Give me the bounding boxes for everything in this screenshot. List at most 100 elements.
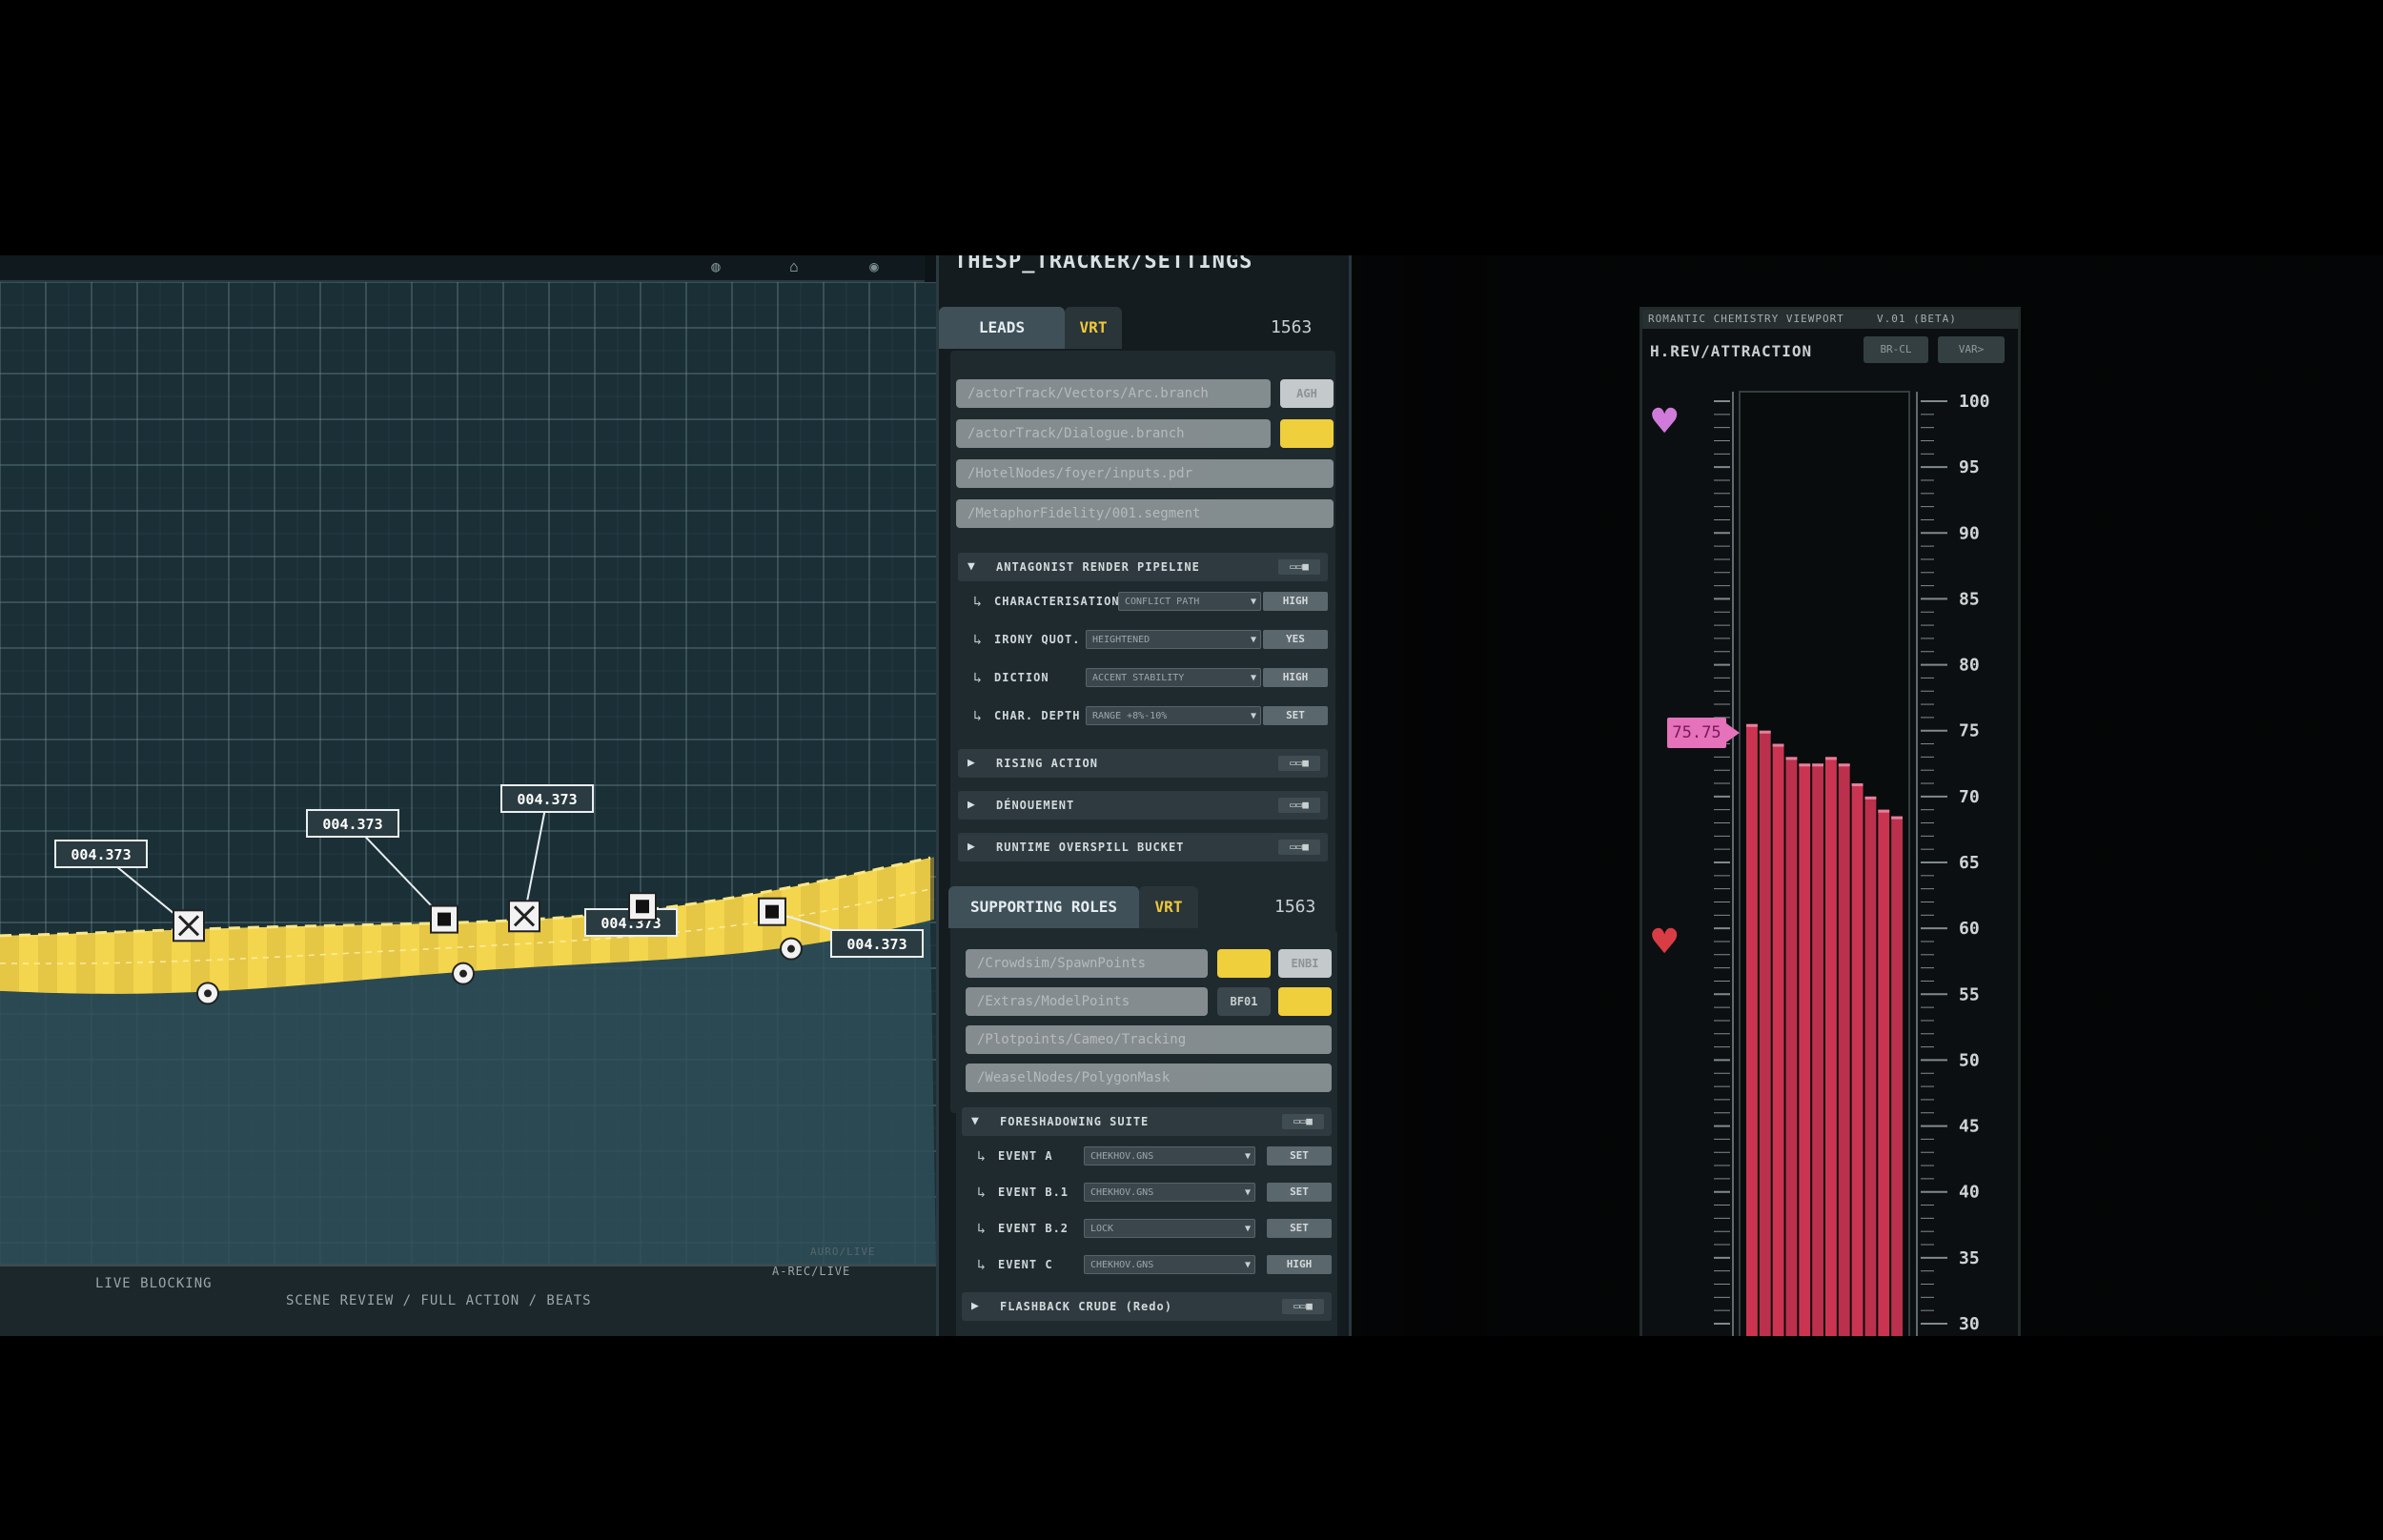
bar <box>1746 723 1758 1336</box>
item-select[interactable]: ACCENT STABILITY ▼ <box>1086 668 1261 687</box>
bar <box>1812 763 1823 1336</box>
camera-icon[interactable]: ◉ <box>862 257 886 276</box>
graph-toolbar: ◍ ⌂ ◉ <box>0 255 925 282</box>
path-field[interactable]: /HotelNodes/foyer/inputs.pdr <box>956 459 1334 488</box>
bar-cap <box>1864 796 1877 800</box>
path-button[interactable] <box>1278 987 1332 1016</box>
group-label: FORESHADOWING SUITE <box>1000 1115 1150 1128</box>
path-field[interactable]: /Crowdsim/SpawnPoints <box>966 949 1208 978</box>
denouement-group[interactable]: ▶ DÉNOUEMENT ▭▭■ <box>958 791 1328 820</box>
chevron-down-icon: ▼ <box>1244 1260 1251 1270</box>
y-tick-label: 90 <box>1959 523 1980 543</box>
item-value[interactable]: SET <box>1267 1219 1332 1238</box>
curve-graph[interactable]: 004.373 004.373 004.373 004.373 004.373 <box>0 282 936 1264</box>
pipeline-item: ↳ CHAR. DEPTH RANGE +8%-10% ▼ SET <box>973 703 1328 728</box>
toggle-icon[interactable]: ▭▭■ <box>1278 756 1320 771</box>
antagonist-pipeline-group[interactable]: ▼ ANTAGONIST RENDER PIPELINE ▭▭■ <box>958 553 1328 581</box>
bar <box>1772 743 1784 1336</box>
path-field[interactable]: /Plotpoints/Cameo/Tracking <box>966 1025 1332 1054</box>
item-select[interactable]: CHEKHOV.GNS ▼ <box>1084 1146 1255 1165</box>
timeline-bar: LIVE BLOCKING SCENE REVIEW / FULL ACTION… <box>0 1246 944 1336</box>
person-icon[interactable]: ⌂ <box>782 257 806 276</box>
flashback-group[interactable]: ▶ FLASHBACK CRUDE (Redo) ▭▭■ <box>962 1292 1332 1321</box>
path-button[interactable]: BF01 <box>1217 987 1271 1016</box>
path-field[interactable]: /Extras/ModelPoints <box>966 987 1208 1016</box>
bar-cap <box>1746 723 1758 727</box>
y-tick-label: 40 <box>1959 1183 1980 1203</box>
item-select[interactable]: RANGE +8%-10% ▼ <box>1086 706 1261 725</box>
item-value[interactable]: SET <box>1267 1146 1332 1165</box>
item-select[interactable]: LOCK ▼ <box>1084 1219 1255 1238</box>
path-button[interactable] <box>1217 949 1271 978</box>
path-field[interactable]: /actorTrack/Vectors/Arc.branch <box>956 379 1271 408</box>
branch-arrow-icon: ↳ <box>977 1184 987 1201</box>
corner-label: A-REC/LIVE <box>772 1265 851 1278</box>
tab-vrt[interactable]: VRT <box>1065 307 1122 349</box>
caret-right-icon: ▶ <box>967 840 975 854</box>
runtime-overspill-group[interactable]: ▶ RUNTIME OVERSPILL BUCKET ▭▭■ <box>958 833 1328 861</box>
group-label: ANTAGONIST RENDER PIPELINE <box>996 560 1200 574</box>
bar-cap <box>1799 763 1811 767</box>
suite-item: ↳ EVENT B.1 CHEKHOV.GNS ▼ SET <box>977 1180 1332 1205</box>
item-label: CHAR. DEPTH <box>994 709 1081 722</box>
rising-action-group[interactable]: ▶ RISING ACTION ▭▭■ <box>958 749 1328 778</box>
pipeline-item: ↳ CHARACTERISATION CONFLICT PATH ▼ HIGH <box>973 589 1328 614</box>
attraction-marker[interactable]: 75.75 <box>1667 718 1726 748</box>
item-value[interactable]: SET <box>1267 1183 1332 1202</box>
handle-core <box>204 989 212 998</box>
toggle-icon[interactable]: ▭▭■ <box>1278 798 1320 813</box>
toggle-icon[interactable]: ▭▭■ <box>1278 840 1320 855</box>
y-tick-label: 50 <box>1959 1050 1980 1070</box>
marker-pointer-icon <box>1726 723 1740 742</box>
graph-canvas[interactable]: 004.373004.373004.373004.373004.373 <box>0 282 936 1264</box>
caret-right-icon: ▶ <box>967 756 975 770</box>
tab-leads[interactable]: LEADS <box>939 307 1065 349</box>
item-select[interactable]: CHEKHOV.GNS ▼ <box>1084 1255 1255 1274</box>
path-button[interactable]: AGH <box>1280 379 1334 408</box>
leads-tab-row: LEADS VRT 1563 <box>939 307 1343 349</box>
suite-item: ↳ EVENT C CHEKHOV.GNS ▼ HIGH <box>977 1252 1332 1277</box>
scene-review-label: SCENE REVIEW / FULL ACTION / BEATS <box>286 1293 592 1308</box>
item-select[interactable]: CHEKHOV.GNS ▼ <box>1084 1183 1255 1202</box>
item-label: EVENT B.2 <box>998 1222 1069 1235</box>
bar-cap <box>1838 763 1850 767</box>
handle-core <box>787 944 795 953</box>
toggle-icon[interactable]: ▭▭■ <box>1278 559 1320 575</box>
bar <box>1759 730 1771 1336</box>
item-value[interactable]: HIGH <box>1267 1255 1332 1274</box>
globe-icon[interactable]: ◍ <box>703 257 728 276</box>
item-value[interactable]: YES <box>1263 630 1328 649</box>
chevron-down-icon: ▼ <box>1244 1224 1251 1234</box>
tab-supporting-roles[interactable]: SUPPORTING ROLES <box>948 886 1139 928</box>
bar-cap <box>1891 816 1903 820</box>
item-select[interactable]: CONFLICT PATH ▼ <box>1118 592 1261 611</box>
item-label: IRONY QUOT. <box>994 633 1081 646</box>
graph-caption: AURO/LIVE <box>810 1246 876 1258</box>
group-label: DÉNOUEMENT <box>996 799 1075 812</box>
band-segment <box>877 864 896 933</box>
path-field[interactable]: /actorTrack/Dialogue.branch <box>956 419 1271 448</box>
bar <box>1838 763 1850 1336</box>
item-value[interactable]: HIGH <box>1263 592 1328 611</box>
item-value[interactable]: SET <box>1263 706 1328 725</box>
item-label: EVENT B.1 <box>998 1185 1069 1199</box>
item-select[interactable]: HEIGHTENED ▼ <box>1086 630 1261 649</box>
leads-count: 1563 <box>1271 317 1313 337</box>
band-segment <box>686 902 705 959</box>
item-value[interactable]: HIGH <box>1263 668 1328 687</box>
graph-monitor: ◍ ⌂ ◉ 004.373 004.373 004.373 004.373 004.37… <box>0 255 944 1336</box>
supporting-count: 1563 <box>1274 897 1316 917</box>
path-button[interactable] <box>1280 419 1334 448</box>
path-field[interactable]: /WeaselNodes/PolygonMask <box>966 1064 1332 1092</box>
y-tick-label: 45 <box>1959 1117 1980 1137</box>
bar <box>1891 816 1903 1336</box>
live-blocking-label: LIVE BLOCKING <box>95 1276 213 1291</box>
toggle-icon[interactable]: ▭▭■ <box>1282 1114 1324 1129</box>
branch-arrow-icon: ↳ <box>973 669 983 686</box>
path-button[interactable]: ENBI <box>1278 949 1332 978</box>
foreshadowing-suite-group[interactable]: ▼ FORESHADOWING SUITE ▭▭■ <box>962 1107 1332 1136</box>
chemistry-monitor: ROMANTIC CHEMISTRY VIEWPORT V.01 (BETA) … <box>1640 307 2021 1336</box>
tab-vrt[interactable]: VRT <box>1139 886 1198 928</box>
path-field[interactable]: /MetaphorFidelity/001.segment <box>956 499 1334 528</box>
toggle-icon[interactable]: ▭▭■ <box>1282 1299 1324 1314</box>
